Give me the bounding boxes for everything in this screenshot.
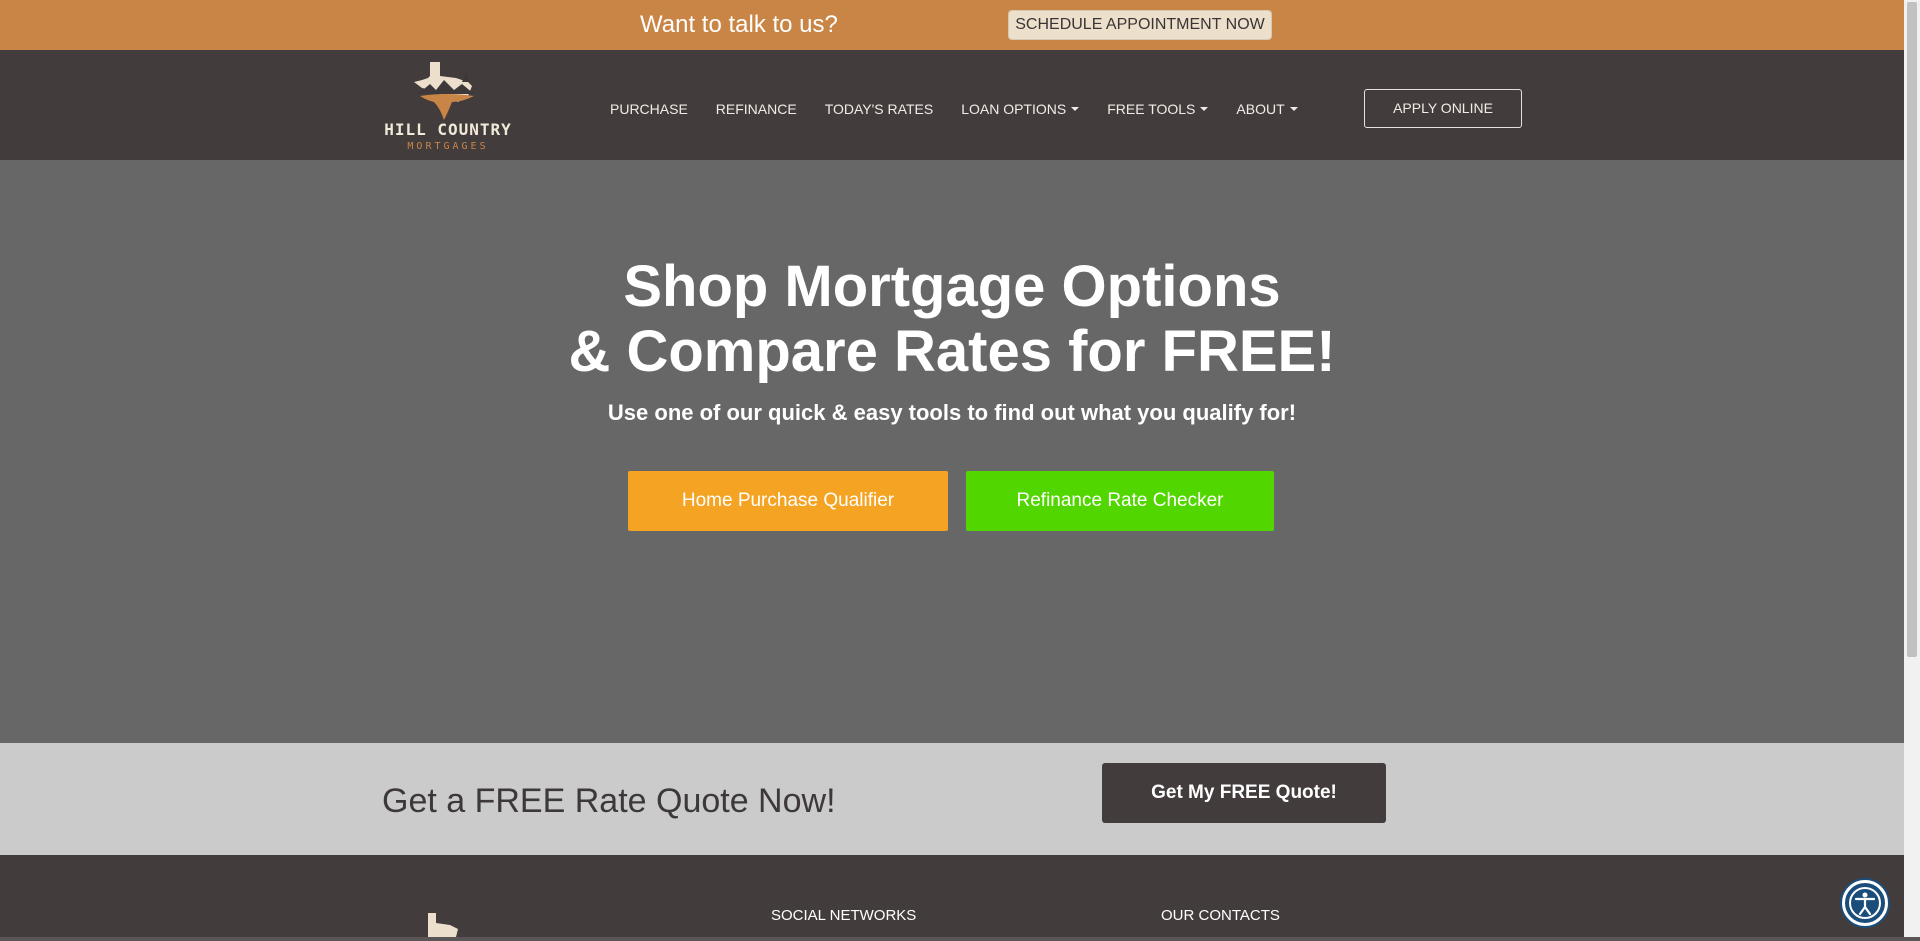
nav-purchase[interactable]: PURCHASE — [610, 99, 688, 119]
texas-mountain-icon — [414, 62, 474, 120]
top-announcement-bar: Want to talk to us? SCHEDULE APPOINTMENT… — [0, 0, 1904, 50]
nav-loan-options[interactable]: LOAN OPTIONS — [961, 99, 1080, 119]
hero-subtitle: Use one of our quick & easy tools to fin… — [607, 400, 1297, 425]
logo-title: HILL COUNTRY — [384, 120, 512, 139]
caret-down-icon — [1200, 107, 1209, 111]
apply-online-button[interactable]: APPLY ONLINE — [1364, 89, 1522, 128]
nav-about[interactable]: ABOUT — [1236, 99, 1298, 119]
hero-section: Shop Mortgage Options & Compare Rates fo… — [0, 160, 1904, 743]
nav-free-tools[interactable]: FREE TOOLS — [1107, 99, 1209, 119]
accessibility-button[interactable] — [1842, 880, 1888, 926]
talk-to-us-text: Want to talk to us? — [640, 11, 838, 38]
site-footer: SOCIAL NETWORKS OUR CONTACTS — [0, 855, 1904, 937]
main-navbar: HILL COUNTRY MORTGAGES PURCHASE REFINANC… — [0, 50, 1904, 160]
nav-todays-rates-label: TODAY'S RATES — [824, 101, 934, 117]
nav-loan-options-label: LOAN OPTIONS — [961, 101, 1067, 117]
logo-subtitle: MORTGAGES — [407, 141, 489, 152]
home-purchase-qualifier-button[interactable]: Home Purchase Qualifier — [628, 471, 948, 531]
schedule-appointment-button[interactable]: SCHEDULE APPOINTMENT NOW — [1008, 10, 1272, 40]
get-free-quote-button[interactable]: Get My FREE Quote! — [1102, 763, 1386, 823]
free-quote-band: Get a FREE Rate Quote Now! Get My FREE Q… — [0, 743, 1904, 855]
refinance-rate-checker-button[interactable]: Refinance Rate Checker — [966, 471, 1274, 531]
nav-refinance[interactable]: REFINANCE — [716, 99, 797, 119]
social-networks-heading: SOCIAL NETWORKS — [771, 907, 917, 924]
caret-down-icon — [1071, 107, 1080, 111]
accessibility-icon — [1849, 887, 1881, 919]
hill-country-logo[interactable]: HILL COUNTRY MORTGAGES — [382, 58, 514, 158]
nav-refinance-label: REFINANCE — [715, 101, 797, 117]
primary-nav: PURCHASE REFINANCE TODAY'S RATES LOAN OP… — [610, 99, 1326, 119]
scrollbar-thumb[interactable] — [1907, 2, 1917, 657]
nav-purchase-label: PURCHASE — [610, 101, 688, 117]
page-scrollbar[interactable] — [1904, 0, 1920, 937]
caret-down-icon — [1289, 107, 1298, 111]
free-quote-heading: Get a FREE Rate Quote Now! — [382, 782, 836, 820]
our-contacts-heading: OUR CONTACTS — [1161, 907, 1280, 924]
nav-todays-rates[interactable]: TODAY'S RATES — [825, 99, 933, 119]
hero-title-line1: Shop Mortgage Options — [623, 254, 1281, 319]
hero-title: Shop Mortgage Options & Compare Rates fo… — [0, 254, 1904, 384]
nav-free-tools-label: FREE TOOLS — [1107, 101, 1196, 117]
hero-title-line2: & Compare Rates for FREE! — [568, 319, 1336, 384]
nav-about-label: ABOUT — [1236, 101, 1285, 117]
